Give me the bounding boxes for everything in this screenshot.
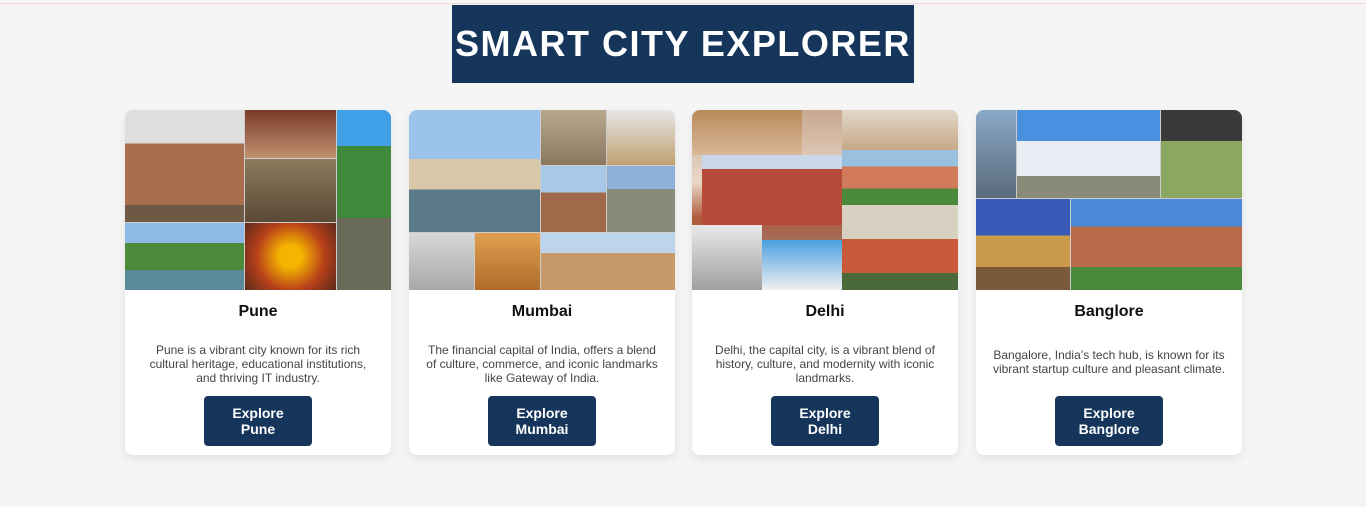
pune-collage-image bbox=[125, 110, 391, 290]
banglore-collage-image bbox=[976, 110, 1242, 290]
button-label-line2: Mumbai bbox=[515, 421, 569, 437]
city-card-banglore: Banglore Bangalore, India’s tech hub, is… bbox=[976, 110, 1242, 455]
city-name: Banglore bbox=[1074, 303, 1144, 320]
city-description: Pune is a vibrant city known for its ric… bbox=[149, 343, 367, 385]
page-title: SMART CITY EXPLORER bbox=[452, 5, 914, 83]
explore-delhi-button[interactable]: Explore Delhi bbox=[771, 396, 879, 446]
city-description: Delhi, the capital city, is a vibrant bl… bbox=[715, 343, 935, 385]
top-divider bbox=[0, 3, 1366, 4]
city-card-delhi: Delhi Delhi, the capital city, is a vibr… bbox=[692, 110, 958, 455]
button-label-line2: Banglore bbox=[1078, 421, 1140, 437]
explore-banglore-button[interactable]: Explore Banglore bbox=[1055, 396, 1163, 446]
explore-mumbai-button[interactable]: Explore Mumbai bbox=[488, 396, 596, 446]
button-label-line1: Explore bbox=[516, 405, 568, 421]
city-name: Pune bbox=[238, 303, 278, 320]
delhi-collage-image bbox=[692, 110, 958, 290]
button-label-line2: Delhi bbox=[807, 421, 843, 437]
city-card-pune: Pune Pune is a vibrant city known for it… bbox=[125, 110, 391, 455]
button-label-line1: Explore bbox=[232, 405, 284, 421]
mumbai-collage-image bbox=[409, 110, 675, 290]
city-name: Delhi bbox=[805, 303, 845, 320]
city-name: Mumbai bbox=[511, 303, 573, 320]
city-description: The financial capital of India, offers a… bbox=[426, 343, 658, 385]
city-card-mumbai: Mumbai The financial capital of India, o… bbox=[409, 110, 675, 455]
button-label-line2: Pune bbox=[240, 421, 276, 437]
explore-pune-button[interactable]: Explore Pune bbox=[204, 396, 312, 446]
button-label-line1: Explore bbox=[799, 405, 851, 421]
city-description: Bangalore, India’s tech hub, is known fo… bbox=[992, 348, 1226, 376]
button-label-line1: Explore bbox=[1083, 405, 1135, 421]
